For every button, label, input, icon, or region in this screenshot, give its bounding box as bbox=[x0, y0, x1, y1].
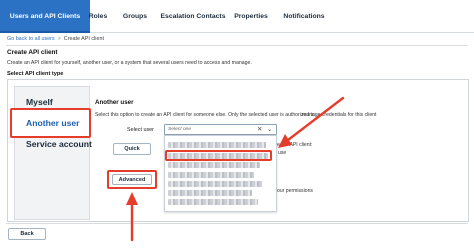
breadcrumb-separator: > bbox=[57, 36, 61, 42]
user-option[interactable] bbox=[168, 153, 268, 159]
user-option[interactable] bbox=[168, 181, 262, 187]
user-option[interactable] bbox=[168, 190, 252, 196]
tab-users-and-api-clients[interactable]: Users and API Clients bbox=[0, 0, 90, 33]
user-option[interactable] bbox=[168, 172, 254, 178]
detail-description-right: manage credentials for this client bbox=[302, 112, 377, 118]
top-tab-bar: Users and API Clients Roles Groups Escal… bbox=[0, 0, 474, 33]
side-text-permissions: our permissions bbox=[277, 188, 313, 194]
tab-groups[interactable]: Groups bbox=[121, 0, 149, 33]
client-type-another-user[interactable]: Another user bbox=[26, 118, 79, 128]
breadcrumb-current: Create API client bbox=[63, 36, 104, 42]
section-label: Select API client type bbox=[7, 71, 64, 77]
select-user-label: Select user bbox=[127, 127, 154, 133]
select-user-dropdown[interactable]: Select one ✕ ⌄ bbox=[164, 124, 277, 135]
page-description: Create an API client for yourself, anoth… bbox=[7, 60, 252, 66]
user-option[interactable] bbox=[168, 142, 266, 148]
breadcrumb: Go back to all users > Create API client bbox=[7, 36, 104, 42]
side-text-use: use bbox=[278, 150, 287, 156]
user-option[interactable] bbox=[168, 199, 258, 205]
active-tab-indicator bbox=[0, 31, 90, 33]
client-type-service-account[interactable]: Service account bbox=[26, 139, 92, 149]
tab-escalation-contacts[interactable]: Escalation Contacts bbox=[160, 0, 226, 33]
detail-title: Another user bbox=[95, 99, 134, 106]
footer-divider bbox=[6, 223, 468, 224]
breadcrumb-back-link[interactable]: Go back to all users bbox=[7, 36, 55, 42]
tab-notifications[interactable]: Notifications bbox=[280, 0, 328, 33]
detail-description: Select this option to create an API clie… bbox=[95, 112, 315, 118]
advanced-button[interactable]: Advanced bbox=[112, 174, 152, 185]
quick-button[interactable]: Quick bbox=[113, 143, 151, 155]
side-text-api-client: e the API client: bbox=[277, 142, 313, 148]
user-option[interactable] bbox=[168, 162, 260, 168]
clear-icon[interactable]: ✕ bbox=[257, 125, 262, 133]
divider bbox=[6, 45, 468, 46]
page-title: Create API client bbox=[7, 49, 58, 56]
tab-properties[interactable]: Properties bbox=[232, 0, 270, 33]
back-button[interactable]: Back bbox=[8, 228, 46, 240]
chevron-down-icon[interactable]: ⌄ bbox=[267, 125, 272, 133]
tab-roles[interactable]: Roles bbox=[84, 0, 112, 33]
detail-description-left: Select this option to create an API clie… bbox=[95, 112, 315, 118]
client-type-myself[interactable]: Myself bbox=[26, 97, 53, 107]
select-user-placeholder: Select one bbox=[168, 127, 192, 132]
